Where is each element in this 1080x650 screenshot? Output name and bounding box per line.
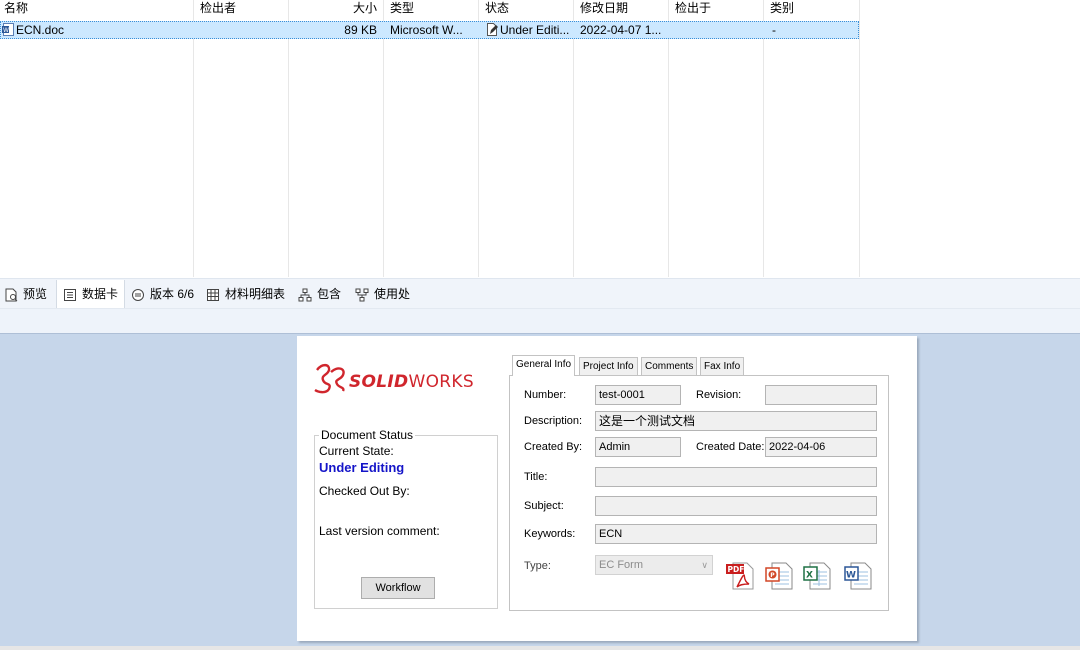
column-header-modified-date[interactable]: 修改日期 xyxy=(576,0,668,16)
column-divider[interactable] xyxy=(763,0,764,277)
column-header-size[interactable]: 大小 xyxy=(288,0,383,16)
created-by-field[interactable]: Admin xyxy=(595,437,681,457)
version-icon xyxy=(132,288,144,301)
document-status-legend: Document Status xyxy=(321,428,414,442)
file-modified-date: 2022-04-07 1... xyxy=(580,23,662,37)
title-label: Title: xyxy=(524,471,548,483)
type-select-value: EC Form xyxy=(599,559,643,571)
description-field[interactable]: 这是一个测试文档 xyxy=(595,411,877,431)
number-field[interactable]: test-0001 xyxy=(595,385,681,405)
current-state-label: Current State: xyxy=(319,444,394,458)
number-label: Number: xyxy=(524,389,567,401)
tab-project-info[interactable]: Project Info xyxy=(579,357,638,375)
preview-icon xyxy=(5,288,18,302)
svg-text:P: P xyxy=(770,572,775,579)
keywords-field[interactable]: ECN xyxy=(595,524,877,544)
svg-text:PDF: PDF xyxy=(728,565,745,574)
svg-text:W: W xyxy=(846,571,856,581)
tab-contains[interactable]: 包含 xyxy=(298,280,341,309)
tab-version[interactable]: 版本 6/6 xyxy=(131,280,194,309)
subject-label: Subject: xyxy=(524,500,564,512)
type-select[interactable]: EC Form ∨ xyxy=(595,555,713,575)
file-type: Microsoft W... xyxy=(390,23,463,37)
tab-preview[interactable]: 预览 xyxy=(4,280,47,309)
column-header-name[interactable]: 名称 xyxy=(0,0,193,16)
tab-where-used[interactable]: 使用处 xyxy=(355,280,410,309)
column-divider[interactable] xyxy=(288,0,289,277)
revision-label: Revision: xyxy=(696,389,742,401)
column-header-checked-out-by[interactable]: 检出者 xyxy=(196,0,288,16)
excel-icon[interactable]: X xyxy=(801,560,833,592)
where-used-icon xyxy=(355,288,369,302)
tab-bom-label: 材料明细表 xyxy=(225,287,286,301)
tab-data-card[interactable]: 数据卡 xyxy=(56,280,126,309)
status-strip xyxy=(0,646,1080,650)
keywords-label: Keywords: xyxy=(524,528,576,540)
tab-version-label: 版本 6/6 xyxy=(150,287,195,301)
file-state-cell: Under Editi... xyxy=(481,22,573,38)
tab-where-used-label: 使用处 xyxy=(374,287,411,301)
file-name-cell[interactable]: W ECN.doc xyxy=(0,22,193,38)
file-size: 89 KB xyxy=(344,23,377,37)
checked-out-by-label: Checked Out By: xyxy=(319,484,410,498)
column-divider[interactable] xyxy=(478,0,479,277)
column-divider[interactable] xyxy=(859,0,860,277)
last-version-comment-label: Last version comment: xyxy=(319,524,440,538)
solidworks-logo-icon xyxy=(314,363,345,394)
created-by-label: Created By: xyxy=(524,441,583,453)
contains-icon xyxy=(298,288,312,302)
column-divider[interactable] xyxy=(193,0,194,277)
view-tab-bar: 预览 数据卡 版本 6/6 材料明细表 包含 使用处 xyxy=(0,278,1080,309)
column-header-type[interactable]: 类型 xyxy=(386,0,478,16)
tab-comments[interactable]: Comments xyxy=(641,357,698,375)
powerpoint-icon[interactable]: P xyxy=(763,560,795,592)
svg-text:X: X xyxy=(806,571,813,581)
file-name: ECN.doc xyxy=(16,23,65,37)
description-label: Description: xyxy=(524,415,583,427)
created-date-label: Created Date: xyxy=(696,441,765,453)
toolbar-strip xyxy=(0,308,1080,333)
solidworks-wordmark: SOLIDWORKS xyxy=(349,372,474,392)
file-state: Under Editi... xyxy=(500,23,570,37)
file-list: 名称 检出者 大小 类型 状态 修改日期 检出于 类别 W ECN.doc 89… xyxy=(0,0,860,277)
workflow-button[interactable]: Workflow xyxy=(361,577,435,599)
data-card-area: SOLIDWORKS Document Status Current State… xyxy=(0,333,1080,647)
column-header-state[interactable]: 状态 xyxy=(481,0,573,16)
column-divider[interactable] xyxy=(383,0,384,277)
tab-fax-info[interactable]: Fax Info xyxy=(700,357,745,375)
tab-bom[interactable]: 材料明细表 xyxy=(206,280,285,309)
column-divider[interactable] xyxy=(668,0,669,277)
word-doc-icon: W xyxy=(2,23,14,36)
pdf-icon[interactable]: PDF xyxy=(725,560,757,592)
column-divider[interactable] xyxy=(573,0,574,277)
word-icon[interactable]: W xyxy=(842,560,874,592)
editing-state-icon xyxy=(487,23,498,36)
svg-text:W: W xyxy=(3,27,9,34)
data-card: SOLIDWORKS Document Status Current State… xyxy=(297,336,917,641)
file-category: - xyxy=(772,23,776,37)
revision-field[interactable] xyxy=(765,385,877,405)
current-state-value: Under Editing xyxy=(319,460,405,475)
tab-data-card-label: 数据卡 xyxy=(82,287,119,301)
datacard-icon xyxy=(64,288,76,301)
bom-icon xyxy=(207,288,219,301)
subject-field[interactable] xyxy=(595,496,877,516)
column-header-checked-out-in[interactable]: 检出于 xyxy=(671,0,763,16)
title-field[interactable] xyxy=(595,467,877,487)
tab-general-info[interactable]: General Info xyxy=(512,355,576,376)
chevron-down-icon: ∨ xyxy=(701,560,708,570)
type-label: Type: xyxy=(524,560,551,572)
created-date-field[interactable]: 2022-04-06 xyxy=(765,437,877,457)
column-header-category[interactable]: 类别 xyxy=(766,0,858,16)
tab-contains-label: 包含 xyxy=(317,287,342,301)
tab-preview-label: 预览 xyxy=(23,287,48,301)
